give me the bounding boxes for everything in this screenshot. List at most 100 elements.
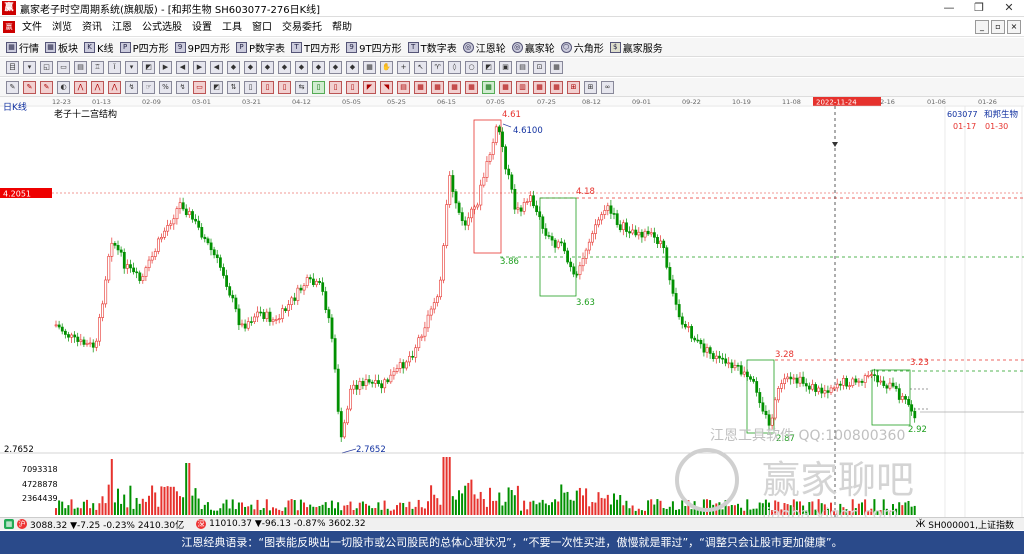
analysis-tool-icon[interactable]: ↯ [176,80,189,94]
analysis-tool-icon[interactable]: ⋀ [74,80,87,94]
analysis-tool-icon[interactable]: ▦ [448,80,461,94]
toolbar-service[interactable]: $ 赢家服务 [609,40,663,55]
drawing-tool-icon[interactable]: ǐ [108,60,121,74]
analysis-tool-icon[interactable]: ▥ [516,80,529,94]
minimize-button[interactable]: — [934,0,964,17]
drawing-tool-icon[interactable]: ⊡ [533,60,546,74]
toolbar-kline[interactable]: K K线 [84,40,114,55]
analysis-tool-icon[interactable]: ☞ [142,80,155,94]
drawing-tool-icon[interactable]: ▭ [57,60,70,74]
drawing-tool-icon[interactable]: ◆ [227,60,240,74]
toolbar-9t-square[interactable]: 9 9T四方形 [346,40,402,55]
stock-switch-icon[interactable]: Ӂ [916,520,926,530]
maximize-button[interactable]: ❐ [964,0,994,17]
drawing-tool-icon[interactable]: ◆ [278,60,291,74]
analysis-tool-icon[interactable]: ⇆ [295,80,308,94]
close-button[interactable]: ✕ [994,0,1024,17]
analysis-tool-icon[interactable]: ▦ [550,80,563,94]
menu-gann[interactable]: 江恩 [107,18,137,37]
drawing-tool-icon[interactable]: ♈ [431,60,444,74]
analysis-tool-icon[interactable]: ▦ [414,80,427,94]
drawing-tool-icon[interactable]: ▶ [193,60,206,74]
drawing-tool-icon[interactable]: ▦ [550,60,563,74]
analysis-tool-icon[interactable]: % [159,80,172,94]
analysis-tool-icon[interactable]: ⋀ [108,80,121,94]
analysis-tool-icon[interactable]: ▦ [482,80,495,94]
drawing-tool-icon[interactable]: ◊ [448,60,461,74]
drawing-tool-icon[interactable]: ○ [465,60,478,74]
drawing-tool-icon[interactable]: ▣ [499,60,512,74]
mdi-restore-button[interactable]: ▫ [991,20,1005,34]
toolbar-9p-square[interactable]: 9 9P四方形 [174,40,230,55]
menu-settings[interactable]: 设置 [187,18,217,37]
analysis-tool-icon[interactable]: ▤ [397,80,410,94]
drawing-tool-icon[interactable]: ◆ [312,60,325,74]
drawing-tool-icon[interactable]: ✋ [380,60,393,74]
toolbar-p-square[interactable]: P P四方形 [119,40,169,55]
status-shenzhen[interactable]: 深 11010.37 ▼-96.13 -0.87% 3602.32 [196,519,366,529]
analysis-tool-icon[interactable]: ▯ [278,80,291,94]
analysis-tool-icon[interactable]: ✎ [6,80,19,94]
analysis-tool-icon[interactable]: ⊞ [567,80,580,94]
toolbar-p-table[interactable]: P P数字表 [236,40,285,55]
analysis-tool-icon[interactable]: ◩ [210,80,223,94]
drawing-tool-icon[interactable]: ◆ [244,60,257,74]
analysis-tool-icon[interactable]: ∞ [601,80,614,94]
mdi-close-button[interactable]: × [1007,20,1021,34]
drawing-tool-icon[interactable]: ◀ [176,60,189,74]
drawing-tool-icon[interactable]: ▶ [159,60,172,74]
menu-trade[interactable]: 交易委托 [277,18,327,37]
analysis-tool-icon[interactable]: ◐ [57,80,70,94]
toolbar-hexagon[interactable]: ⬡ 六角形 [560,40,604,55]
analysis-tool-icon[interactable]: ▦ [431,80,444,94]
analysis-tool-icon[interactable]: ⋀ [91,80,104,94]
drawing-tool-icon[interactable]: ▾ [125,60,138,74]
drawing-tool-icon[interactable]: ◱ [40,60,53,74]
drawing-tool-icon[interactable]: 目 [6,60,19,74]
drawing-tool-icon[interactable]: ♖ [91,60,104,74]
toolbar-sector[interactable]: ▦ 板块 [45,40,78,55]
drawing-tool-icon[interactable]: ↖ [414,60,427,74]
analysis-tool-icon[interactable]: ▦ [533,80,546,94]
drawing-tool-icon[interactable]: ◆ [329,60,342,74]
analysis-tool-icon[interactable]: ⊞ [584,80,597,94]
analysis-tool-icon[interactable]: ◤ [363,80,376,94]
toolbar-winner-wheel[interactable]: ◎ 赢家轮 [511,40,555,55]
analysis-tool-icon[interactable]: ▦ [499,80,512,94]
drawing-tool-icon[interactable]: ◆ [261,60,274,74]
drawing-tool-icon[interactable]: ◆ [346,60,359,74]
analysis-tool-icon[interactable]: ▯ [346,80,359,94]
menu-help[interactable]: 帮助 [327,18,357,37]
drawing-tool-icon[interactable]: ◆ [295,60,308,74]
analysis-tool-icon[interactable]: ⇅ [227,80,240,94]
menu-tools[interactable]: 工具 [217,18,247,37]
analysis-tool-icon[interactable]: ▯ [329,80,342,94]
menu-formula[interactable]: 公式选股 [137,18,187,37]
drawing-tool-icon[interactable]: ◩ [482,60,495,74]
analysis-tool-icon[interactable]: ◥ [380,80,393,94]
menu-window[interactable]: 窗口 [247,18,277,37]
analysis-tool-icon[interactable]: ✎ [40,80,53,94]
menu-browse[interactable]: 浏览 [47,18,77,37]
status-index-name[interactable]: SH000001,上证指数 [928,518,1014,531]
drawing-tool-icon[interactable]: ◀ [210,60,223,74]
drawing-tool-icon[interactable]: ▤ [74,60,87,74]
analysis-tool-icon[interactable]: ✎ [23,80,36,94]
analysis-tool-icon[interactable]: ▯ [244,80,257,94]
analysis-tool-icon[interactable]: ▯ [261,80,274,94]
drawing-tool-icon[interactable]: ▾ [23,60,36,74]
analysis-tool-icon[interactable]: ↯ [125,80,138,94]
toolbar-gann-wheel[interactable]: ◎ 江恩轮 [462,40,506,55]
analysis-tool-icon[interactable]: ▯ [312,80,325,94]
mdi-minimize-button[interactable]: _ [975,20,989,34]
toolbar-quote[interactable]: ▦ 行情 [6,40,39,55]
toolbar-t-table[interactable]: T T数字表 [407,40,457,55]
status-shanghai[interactable]: ▦ 沪 3088.32 ▼-7.25 -0.23% 2410.30亿 [4,518,184,531]
menu-file[interactable]: 文件 [17,18,47,37]
drawing-tool-icon[interactable]: ▦ [363,60,376,74]
menu-info[interactable]: 资讯 [77,18,107,37]
toolbar-t-square[interactable]: T T四方形 [291,40,340,55]
analysis-tool-icon[interactable]: ▭ [193,80,206,94]
drawing-tool-icon[interactable]: ▤ [516,60,529,74]
analysis-tool-icon[interactable]: ▦ [465,80,478,94]
